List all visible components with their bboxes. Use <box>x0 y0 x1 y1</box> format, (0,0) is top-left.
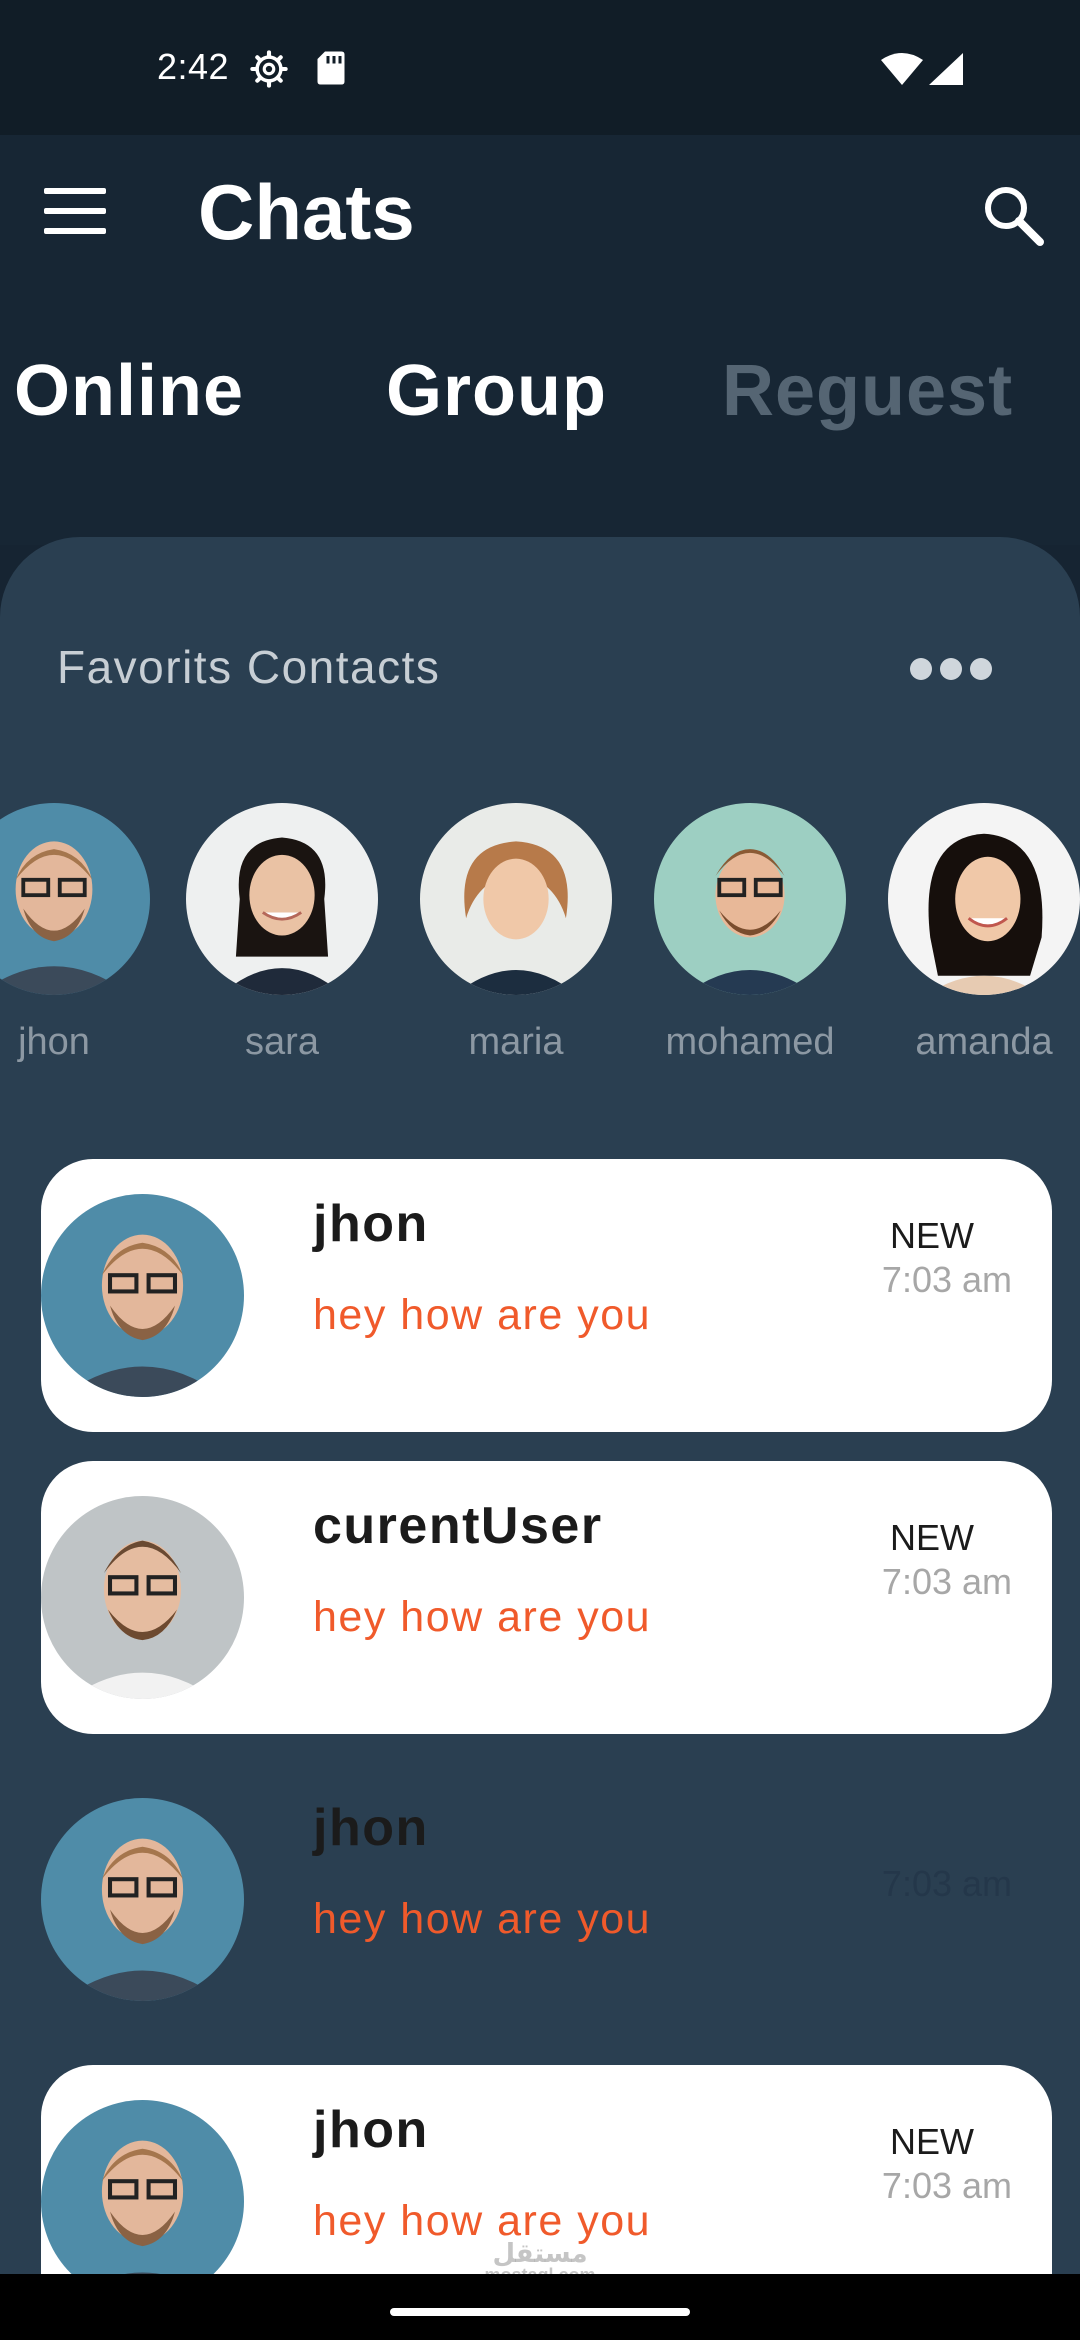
favorite-contact-name: maria <box>468 1021 564 1063</box>
chat-list-item[interactable]: jhon hey how are you NEW 7:03 am <box>41 1159 1052 1432</box>
avatar <box>41 1496 244 1699</box>
avatar <box>420 803 612 995</box>
chat-last-message: hey how are you <box>313 1593 652 1641</box>
chat-timestamp: 7:03 am <box>881 1863 1012 1904</box>
wifi-icon <box>880 52 924 91</box>
tab-group[interactable]: Group <box>386 350 607 432</box>
chat-last-message: hey how are you <box>313 1291 652 1339</box>
watermark-arabic: مستقل <box>492 2238 588 2268</box>
sd-card-icon <box>316 50 346 91</box>
gear-icon <box>250 50 288 93</box>
chat-timestamp: 7:03 am <box>881 2165 1012 2206</box>
new-badge: NEW <box>890 1517 974 1558</box>
chat-last-message: hey how are you <box>313 1895 652 1943</box>
favorite-contact[interactable]: sara <box>182 803 382 1073</box>
app-bar <box>0 135 1080 545</box>
hamburger-menu-icon[interactable] <box>44 188 110 238</box>
chat-list-item[interactable]: jhon hey how are you 7:03 am <box>41 1763 1052 2036</box>
favorite-contact[interactable]: mohamed <box>650 803 850 1073</box>
chat-contact-name: jhon <box>313 1195 429 1253</box>
favorite-contact[interactable]: jhon <box>0 803 154 1073</box>
favorite-contact[interactable]: maria <box>416 803 616 1073</box>
chat-contact-name: curentUser <box>313 1497 603 1555</box>
status-time: 2:42 <box>157 46 230 87</box>
new-badge: NEW <box>890 1215 974 1256</box>
chat-list-item[interactable]: curentUser hey how are you NEW 7:03 am <box>41 1461 1052 1734</box>
more-dots-icon[interactable] <box>910 656 992 684</box>
avatar <box>41 1194 244 1397</box>
tab-reguest[interactable]: Reguest <box>722 350 1013 432</box>
chat-contact-name: jhon <box>313 2101 429 2159</box>
favorite-contact-name: sara <box>245 1021 319 1063</box>
favorites-title: Favorits Contacts <box>57 641 441 693</box>
chat-timestamp: 7:03 am <box>881 1561 1012 1602</box>
chat-contact-name: jhon <box>313 1799 429 1857</box>
avatar <box>888 803 1080 995</box>
favorite-contact[interactable]: amanda <box>884 803 1080 1073</box>
avatar <box>41 2100 244 2303</box>
avatar <box>41 1798 244 2001</box>
avatar <box>654 803 846 995</box>
search-icon[interactable] <box>978 180 1048 250</box>
home-gesture-handle[interactable] <box>390 2308 690 2316</box>
avatar <box>0 803 150 995</box>
system-navigation-bar <box>0 2274 1080 2340</box>
cell-signal-icon <box>928 52 964 91</box>
avatar <box>186 803 378 995</box>
page-title: Chats <box>198 168 415 256</box>
new-badge: NEW <box>890 2121 974 2162</box>
tab-online[interactable]: Online <box>14 350 244 432</box>
favorite-contact-name: jhon <box>18 1021 90 1063</box>
chat-timestamp: 7:03 am <box>881 1259 1012 1300</box>
status-bar: 2:42 <box>0 0 1080 135</box>
favorite-contact-name: mohamed <box>665 1021 835 1063</box>
favorite-contact-name: amanda <box>915 1021 1053 1063</box>
